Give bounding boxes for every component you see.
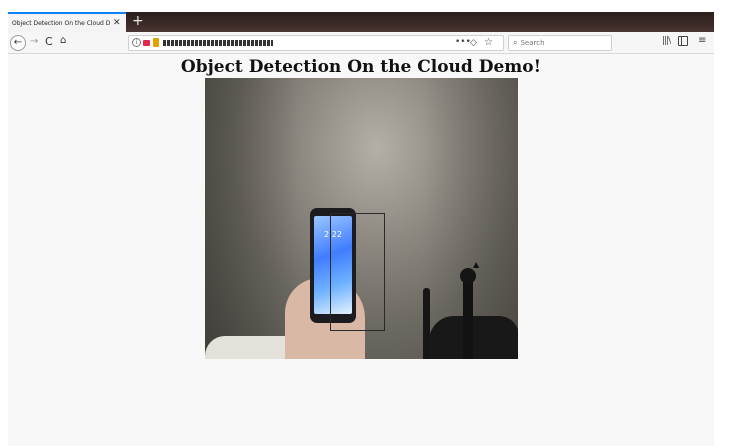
search-icon: ⌕	[513, 38, 518, 47]
home-icon[interactable]: ⌂	[60, 35, 66, 46]
tab-title: Object Detection On the Cloud Demo!	[12, 19, 110, 27]
mouse-cursor-icon: ▲	[473, 260, 480, 269]
window-frame-right	[714, 0, 732, 446]
tab-strip: Object Detection On the Cloud Demo! ✕ +	[8, 12, 714, 32]
url-text-redacted[interactable]	[163, 40, 273, 46]
reload-icon[interactable]: C	[45, 35, 53, 48]
bedpost-finial	[460, 268, 476, 284]
pocket-icon[interactable]: ◇	[470, 38, 477, 48]
page-title: Object Detection On the Cloud Demo!	[180, 57, 542, 77]
close-icon[interactable]: ✕	[113, 18, 121, 28]
page-actions-icon[interactable]: •••	[455, 37, 471, 47]
permissions-icon[interactable]	[153, 38, 159, 47]
back-icon[interactable]: ←	[10, 35, 26, 51]
detection-bounding-box	[330, 213, 385, 331]
bookmark-star-icon[interactable]: ☆	[484, 37, 493, 48]
camera-feed-image: 2:22 ▲	[205, 78, 518, 359]
library-icon[interactable]: |||\	[662, 36, 671, 46]
hamburger-menu-icon[interactable]: ≡	[698, 35, 706, 46]
navigation-bar: ← → C ⌂ i ••• ◇ ☆ ⌕ |||\ ≡	[8, 32, 714, 54]
bedpost-left	[423, 288, 430, 359]
chair	[429, 316, 518, 359]
search-bar[interactable]: ⌕	[508, 35, 612, 51]
search-input[interactable]	[520, 39, 601, 47]
info-icon[interactable]: i	[132, 38, 141, 47]
bedpost-right	[463, 273, 473, 359]
window-frame-left	[0, 0, 8, 446]
new-tab-button[interactable]: +	[132, 13, 144, 29]
forward-icon[interactable]: →	[30, 36, 38, 47]
camera-indicator-icon[interactable]	[143, 40, 150, 46]
sidebar-icon[interactable]	[678, 36, 688, 46]
tab-object-detection[interactable]: Object Detection On the Cloud Demo! ✕	[8, 12, 126, 32]
url-bar[interactable]: i ••• ◇ ☆	[128, 35, 504, 51]
